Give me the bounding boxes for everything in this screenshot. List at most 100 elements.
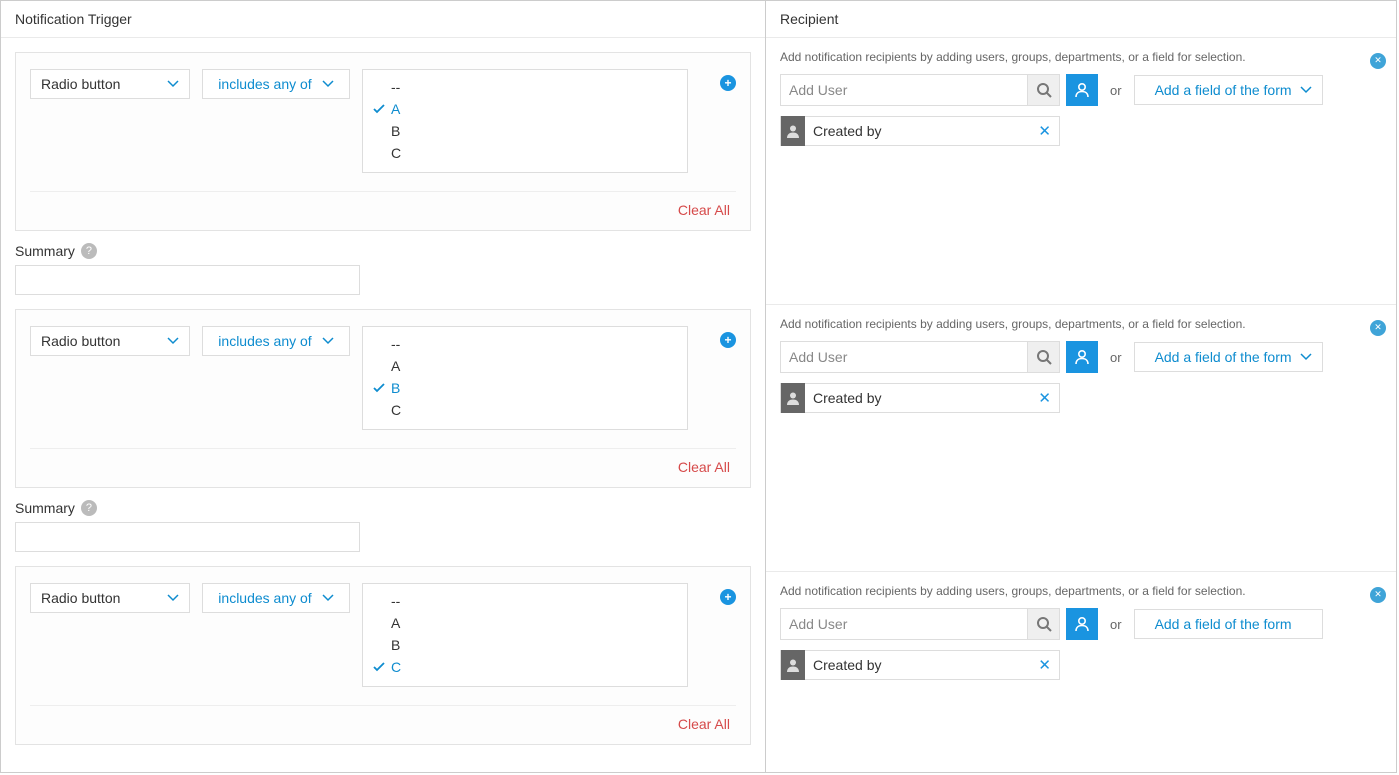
value-option-list: -- A B C [362,326,688,430]
help-icon[interactable]: ? [81,500,97,516]
clear-all-link[interactable]: Clear All [30,714,736,734]
form-field-select[interactable]: Add a field of the form [1134,75,1323,105]
summary-label-row: Summary ? [15,243,751,259]
form-field-select-label: Add a field of the form [1155,82,1292,98]
user-search-input[interactable] [781,75,1027,105]
operator-select[interactable]: includes any of [202,583,350,613]
add-condition-button[interactable]: + [720,75,736,91]
form-field-select[interactable]: Add a field of the form [1134,609,1323,639]
check-icon [373,662,385,672]
rule-card: Radio button includes any of -- A [15,52,751,231]
delete-row-button[interactable]: ✕ [1370,587,1386,603]
value-option[interactable]: B [373,634,677,656]
search-button[interactable] [1027,75,1059,105]
chevron-down-icon [322,594,334,602]
value-option-list: -- A B C [362,583,688,687]
search-button[interactable] [1027,342,1059,372]
form-field-select-label: Add a field of the form [1155,349,1292,365]
form-field-select-label: Add a field of the form [1155,616,1292,632]
rule-block: Radio button includes any of -- A B C + [1,552,765,745]
user-picker-button[interactable] [1066,608,1098,640]
summary-row: Summary ? [1,231,765,295]
summary-label: Summary [15,500,75,516]
avatar-icon [781,116,805,146]
or-text: or [1110,617,1122,632]
trigger-column: Notification Trigger Radio button includ… [1,1,766,772]
recipient-block: Add notification recipients by adding us… [766,572,1360,696]
add-condition-button[interactable]: + [720,332,736,348]
field-select[interactable]: Radio button [30,69,190,99]
field-select[interactable]: Radio button [30,583,190,613]
delete-row-button[interactable]: ✕ [1370,320,1386,336]
avatar-icon [781,650,805,680]
summary-label: Summary [15,243,75,259]
operator-select[interactable]: includes any of [202,326,350,356]
user-icon [1073,81,1091,99]
clear-all-link[interactable]: Clear All [30,457,736,477]
user-search-input[interactable] [781,609,1027,639]
user-icon [1073,615,1091,633]
summary-input[interactable] [15,522,360,552]
user-search-input[interactable] [781,342,1027,372]
chevron-down-icon [322,337,334,345]
search-button[interactable] [1027,609,1059,639]
value-option[interactable]: -- [373,590,677,612]
user-search [780,341,1060,373]
recipient-hint: Add notification recipients by adding us… [780,584,1346,598]
chevron-down-icon [1300,620,1312,628]
summary-input[interactable] [15,265,360,295]
user-search [780,74,1060,106]
value-option[interactable]: C [373,142,677,164]
value-option-list: -- A B C [362,69,688,173]
delete-row-button[interactable]: ✕ [1370,53,1386,69]
value-option[interactable]: C [373,399,677,421]
search-icon [1036,616,1052,632]
user-icon [1073,348,1091,366]
help-icon[interactable]: ? [81,243,97,259]
value-option[interactable]: B [373,120,677,142]
row-action-cell: ✕ [1360,38,1396,304]
remove-recipient-button[interactable]: ✕ [1038,389,1051,407]
clear-all-link[interactable]: Clear All [30,200,736,220]
value-option[interactable]: A [373,355,677,377]
or-text: or [1110,83,1122,98]
value-option[interactable]: -- [373,76,677,98]
row-action-cell: ✕ [1360,572,1396,696]
notification-config-panel: Notification Trigger Radio button includ… [0,0,1397,773]
avatar-icon [781,383,805,413]
rule-block: Radio button includes any of -- A B C + [1,295,765,488]
value-option[interactable]: B [373,377,677,399]
remove-recipient-button[interactable]: ✕ [1038,656,1051,674]
user-picker-button[interactable] [1066,341,1098,373]
field-select[interactable]: Radio button [30,326,190,356]
operator-label: includes any of [218,590,311,606]
recipient-chip: Created by ✕ [780,650,1060,680]
add-condition-button[interactable]: + [720,589,736,605]
chevron-down-icon [167,337,179,345]
chevron-down-icon [167,80,179,88]
field-select-label: Radio button [41,590,120,606]
row-action-cell: ✕ [1360,305,1396,571]
search-icon [1036,82,1052,98]
rule-row: Radio button includes any of -- A B C + [30,583,736,687]
summary-label-row: Summary ? [15,500,751,516]
recipient-chip-list: Created by ✕ [780,650,1346,680]
user-search [780,608,1060,640]
value-option[interactable]: A [373,612,677,634]
recipient-chip-list: Created by ✕ [780,116,1346,146]
value-option[interactable]: -- [373,333,677,355]
user-picker-button[interactable] [1066,74,1098,106]
chevron-down-icon [1300,86,1312,94]
form-field-select[interactable]: Add a field of the form [1134,342,1323,372]
value-option[interactable]: C [373,656,677,678]
remove-recipient-button[interactable]: ✕ [1038,122,1051,140]
recipient-row: Add notification recipients by adding us… [766,572,1396,696]
divider [30,448,736,449]
recipient-chip-list: Created by ✕ [780,383,1346,413]
operator-select[interactable]: includes any of [202,69,350,99]
header-spacer [1360,1,1396,37]
check-icon [373,104,385,114]
divider [30,191,736,192]
recipient-chip-label: Created by [813,390,881,406]
value-option[interactable]: A [373,98,677,120]
